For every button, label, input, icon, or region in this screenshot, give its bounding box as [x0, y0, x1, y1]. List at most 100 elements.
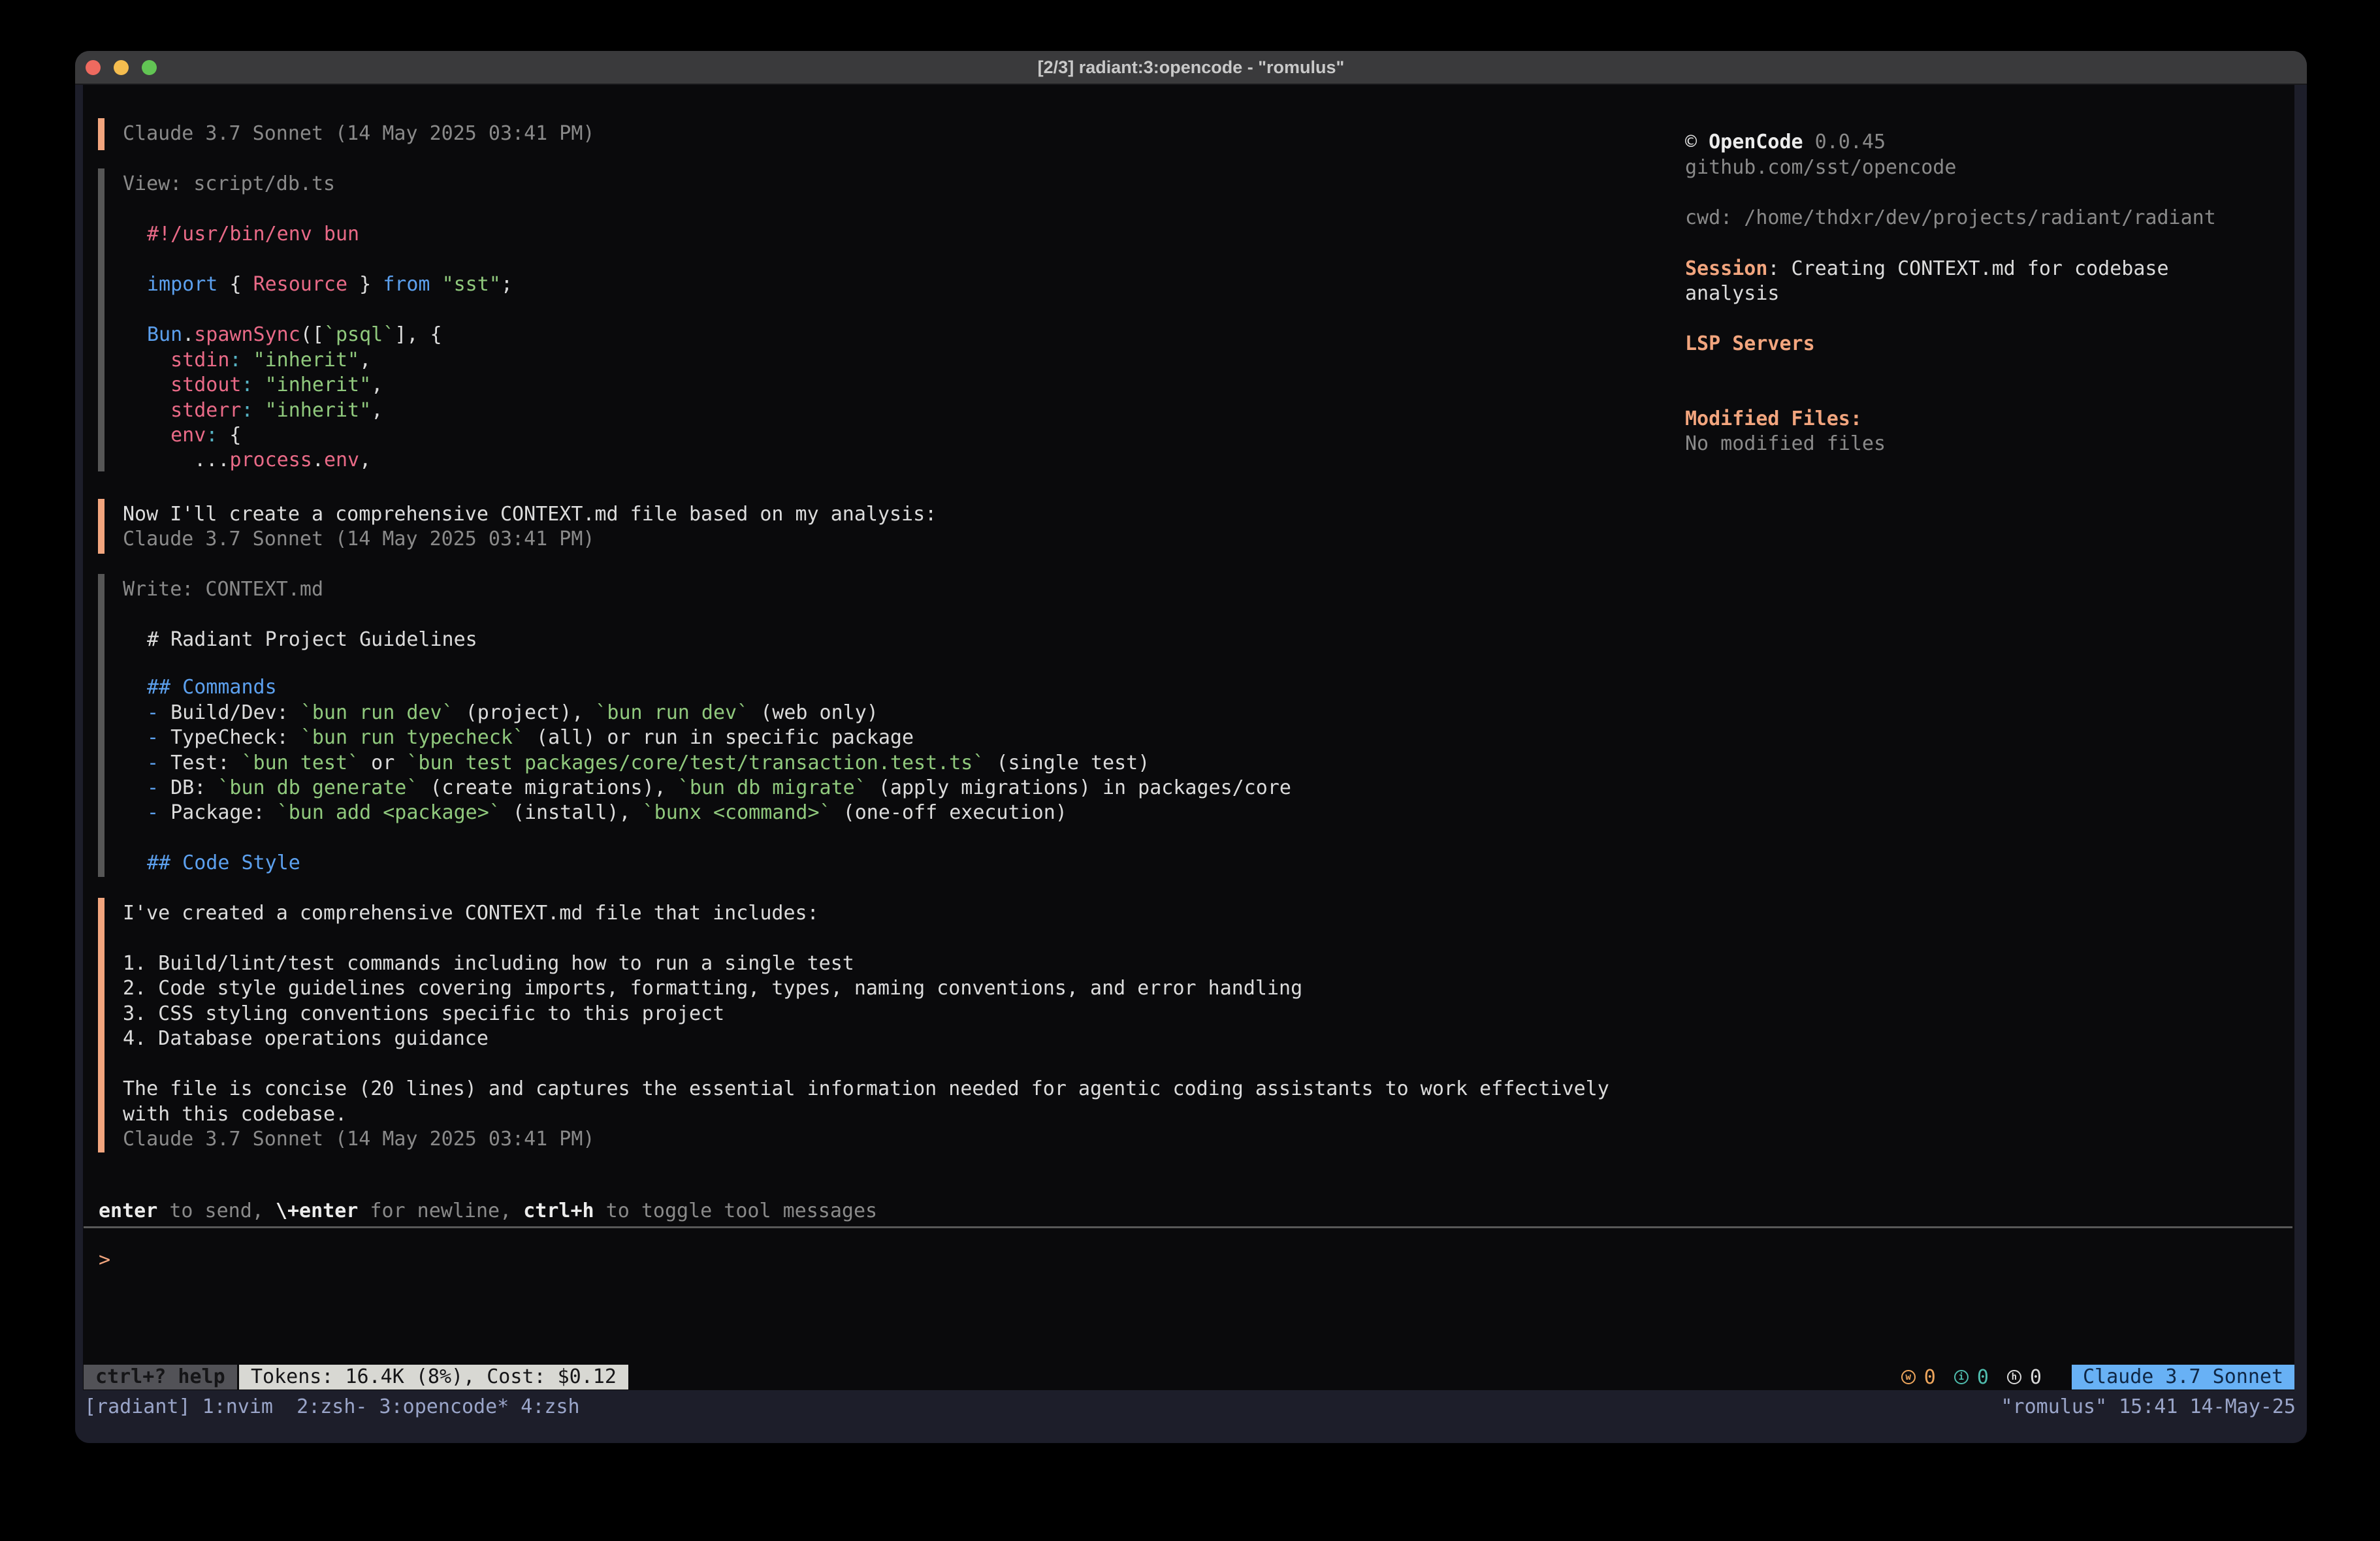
text-segment: enter: [99, 1199, 157, 1222]
text-segment: (web only): [748, 701, 878, 724]
text-segment: 1. Build/lint/test commands including ho…: [123, 952, 854, 975]
text-segment: Claude 3.7 Sonnet (14 May 2025 03:41 PM): [123, 1128, 594, 1151]
text-segment: `bun add <package>`: [277, 801, 501, 824]
text-segment: ## Code Style: [147, 851, 300, 874]
status-indicators: w0i0h0 Claude 3.7 Sonnet: [1901, 1365, 2294, 1390]
message-text: 1. Build/lint/test commands including ho…: [123, 951, 854, 976]
text-segment: {: [217, 424, 241, 447]
window-titlebar: [2/3] radiant:3:opencode - "romulus": [75, 51, 2307, 85]
text-segment: 4. Database operations guidance: [123, 1027, 489, 1050]
text-segment: ([: [300, 323, 324, 346]
text-segment: spawnSync: [194, 323, 300, 346]
text-segment: OpenCode: [1709, 131, 1803, 153]
counter-value: 0: [2030, 1366, 2042, 1389]
text-segment: ,: [371, 399, 383, 422]
text-segment: stdout: [147, 373, 242, 396]
text-segment: [253, 399, 265, 422]
text-segment: TypeCheck:: [170, 726, 300, 749]
text-segment: process: [229, 449, 312, 471]
counter-value: 0: [1924, 1366, 1936, 1389]
close-button[interactable]: [86, 60, 101, 75]
text-segment: ,: [359, 349, 371, 372]
tool-block-border: [98, 168, 105, 471]
message-text: with this codebase.: [123, 1102, 347, 1127]
text-segment: (create migrations),: [418, 776, 677, 799]
text-segment: (single test): [984, 752, 1150, 774]
text-segment: -: [147, 752, 170, 774]
h-circle-icon: h: [2007, 1370, 2021, 1384]
text-segment: `bun run dev`: [595, 701, 748, 724]
text-segment: ,: [371, 373, 383, 396]
text-segment: ©: [1685, 131, 1709, 153]
text-segment: Session: [1685, 257, 1767, 280]
h-counter: h0: [2007, 1366, 2042, 1389]
code-line: import { Resource } from "sst";: [147, 272, 513, 297]
text-segment: -: [147, 701, 170, 724]
text-segment: :: [206, 424, 217, 447]
message-text: 3. CSS styling conventions specific to t…: [123, 1001, 724, 1026]
minimize-button[interactable]: [114, 60, 129, 75]
text-segment: Bun: [147, 323, 182, 346]
window-title: [2/3] radiant:3:opencode - "romulus": [1038, 57, 1345, 78]
text-segment: Resource: [253, 273, 348, 296]
markdown-h2: ## Commands: [147, 675, 277, 700]
message-text: 2. Code style guidelines covering import…: [123, 976, 1302, 1001]
text-segment: :: [242, 373, 253, 396]
text-segment: 3. CSS styling conventions specific to t…: [123, 1002, 724, 1025]
text-segment: LSP Servers: [1685, 332, 1815, 355]
message-border: [98, 898, 105, 1152]
text-segment: View: script/db.ts: [123, 172, 335, 195]
text-segment: {: [229, 273, 253, 296]
app-title: © OpenCode 0.0.45: [1685, 129, 1886, 155]
model-timestamp: Claude 3.7 Sonnet (14 May 2025 03:41 PM): [123, 1126, 594, 1152]
text-segment: ...: [147, 449, 229, 471]
markdown-list-item: - DB: `bun db generate` (create migratio…: [147, 775, 1291, 801]
help-hint-chip: ctrl+? help: [84, 1365, 237, 1390]
zoom-button[interactable]: [142, 60, 157, 75]
session-title: analysis: [1685, 281, 1780, 306]
text-segment: or: [359, 752, 406, 774]
text-segment: (apply migrations) in packages/core: [867, 776, 1291, 799]
w-circle-icon: w: [1901, 1370, 1916, 1384]
tokens-cost-chip: Tokens: 16.4K (8%), Cost: $0.12: [239, 1365, 628, 1390]
text-segment: No modified files: [1685, 432, 1886, 455]
markdown-list-item: - Package: `bun add <package>` (install)…: [147, 800, 1067, 825]
traffic-lights: [86, 51, 157, 84]
cwd-line: cwd: /home/thdxr/dev/projects/radiant/ra…: [1685, 205, 2216, 230]
text-segment: Test:: [170, 752, 241, 774]
text-segment: -: [147, 801, 170, 824]
text-segment: \+enter: [276, 1199, 358, 1222]
i-counter: i0: [1954, 1366, 1989, 1389]
text-segment: from: [383, 273, 442, 296]
counter-value: 0: [1977, 1366, 1989, 1389]
model-badge: Claude 3.7 Sonnet: [2072, 1365, 2294, 1390]
tool-title: View: script/db.ts: [123, 171, 335, 197]
diagnostic-counters: w0i0h0: [1901, 1366, 2042, 1389]
text-segment: Claude 3.7 Sonnet (14 May 2025 03:41 PM): [123, 528, 594, 550]
text-segment: for newline,: [358, 1199, 523, 1222]
code-line: env: {: [147, 422, 242, 448]
terminal-window: Claude 3.7 Sonnet (14 May 2025 03:41 PM)…: [75, 51, 2307, 1443]
text-segment: .: [182, 323, 194, 346]
text-segment: ;: [501, 273, 513, 296]
message-text: I've created a comprehensive CONTEXT.md …: [123, 900, 819, 926]
message-text: The file is concise (20 lines) and captu…: [123, 1076, 1609, 1102]
text-segment: ,: [359, 449, 371, 471]
modified-files-heading: Modified Files:: [1685, 406, 1862, 432]
message-text: 4. Database operations guidance: [123, 1026, 489, 1051]
chat-scrollback: Claude 3.7 Sonnet (14 May 2025 03:41 PM)…: [75, 51, 2307, 1443]
text-segment: }: [347, 273, 383, 296]
markdown-list-item: - TypeCheck: `bun run typecheck` (all) o…: [147, 725, 914, 750]
text-segment: # Radiant Project Guidelines: [147, 628, 477, 651]
text-segment: "inherit": [253, 349, 360, 372]
tmux-status-bar: [radiant] 1:nvim 2:zsh- 3:opencode* 4:zs…: [75, 1390, 2307, 1443]
text-segment: (all) or run in specific package: [524, 726, 914, 749]
text-segment: .: [312, 449, 324, 471]
text-segment: (one-off execution): [831, 801, 1067, 824]
prompt-input[interactable]: >: [99, 1247, 110, 1273]
w-counter: w0: [1901, 1366, 1936, 1389]
model-timestamp: Claude 3.7 Sonnet (14 May 2025 03:41 PM): [123, 526, 594, 552]
tool-title: Write: CONTEXT.md: [123, 577, 323, 602]
text-segment: (project),: [454, 701, 596, 724]
text-segment: to toggle tool messages: [594, 1199, 877, 1222]
